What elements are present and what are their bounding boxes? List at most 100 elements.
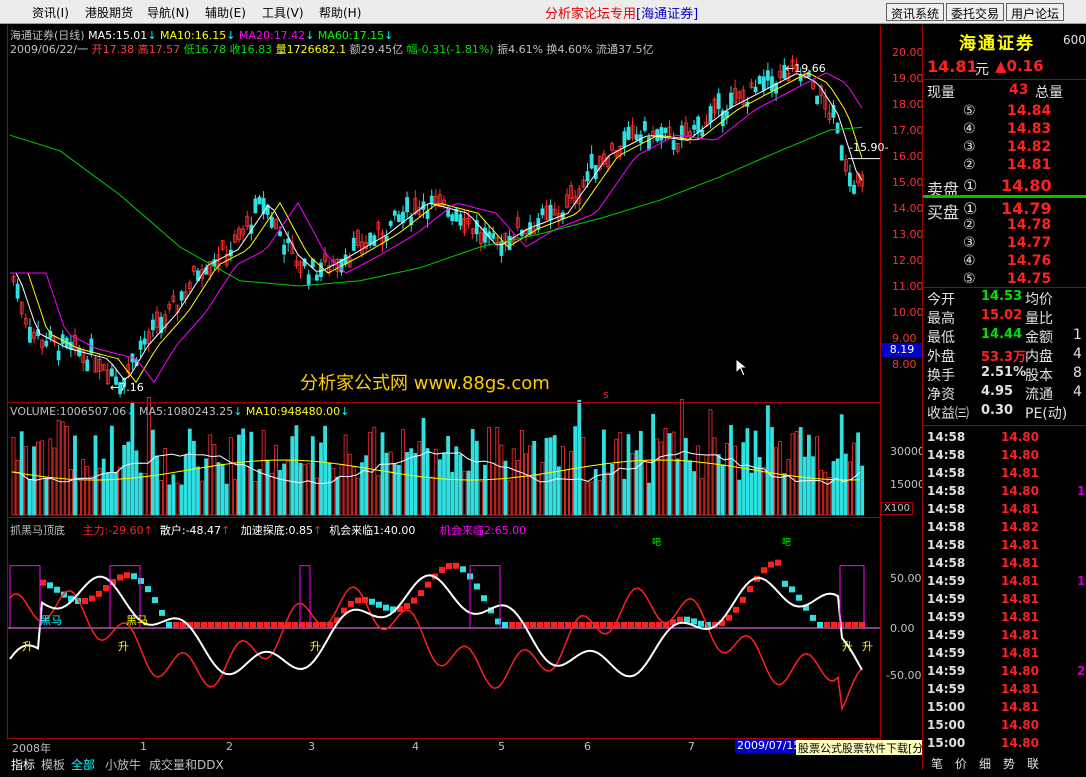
bid-row: ② 14.78 (923, 217, 1086, 235)
quote-low: 低16.78 (183, 43, 227, 56)
tab-all[interactable]: 全部 (71, 756, 95, 773)
label-drop-2: 吧 (782, 538, 792, 548)
stat-row: 外盘 53.3万 内盘 4 (923, 346, 1086, 365)
menu-item-nav[interactable]: 导航(N) (147, 4, 189, 21)
tick-row: 14:58 14.80 1 (923, 483, 1086, 501)
info-system-button[interactable]: 资讯系统 (886, 3, 945, 21)
main-force-block (404, 603, 410, 610)
panel-tab[interactable]: 笔 (931, 755, 943, 772)
panel-divider-2 (923, 287, 1086, 288)
candle-body (179, 291, 184, 301)
volume-bar (290, 436, 295, 516)
trade-button[interactable]: 委托交易 (946, 3, 1005, 21)
brand-text: 分析家论坛专用 (545, 7, 637, 22)
tick-price: 14.81 (1001, 556, 1039, 570)
volume-bar (339, 463, 344, 516)
tab-indicator[interactable]: 指标 (11, 756, 35, 773)
candle-body (44, 340, 49, 347)
volume-bar (725, 443, 729, 516)
stat-row: 换手 2.51% 股本 8 (923, 365, 1086, 384)
tab-template[interactable]: 模板 (41, 756, 65, 773)
candle-body (659, 127, 664, 141)
main-force-block (761, 567, 767, 574)
volume-bar (273, 444, 278, 516)
tick-row: 14:59 14.81 1 (923, 573, 1086, 591)
volume-bar (64, 425, 69, 516)
stat-value: 14.44 (981, 327, 1023, 342)
main-force-block (516, 622, 522, 628)
main-force-block (698, 620, 704, 627)
bid-price: 14.75 (1007, 271, 1052, 287)
candle-body (663, 127, 668, 134)
volume-bar (23, 446, 28, 516)
volume-bar (134, 450, 139, 516)
menu-item-hk-futures[interactable]: 港股期货 (85, 4, 133, 21)
chart-canvas[interactable] (0, 25, 922, 777)
volume-bar (306, 463, 311, 516)
candle-body (15, 283, 20, 299)
bottom-tabs: 指标 模板 全部 小放牛 成交量和DDX (7, 754, 797, 772)
candle-body (634, 134, 639, 141)
volume-bar (548, 437, 553, 516)
quote-turnover: 换4.60% (546, 43, 593, 56)
forum-button[interactable]: 用户论坛 (1006, 3, 1065, 21)
volume-bar (778, 441, 783, 516)
candle-body (138, 340, 143, 350)
price-tick: 20.00 (892, 46, 924, 59)
menu-item-info[interactable]: 资讯(I) (32, 4, 69, 21)
volume-bar (581, 436, 586, 516)
main-force-block (124, 572, 130, 579)
mouse-cursor-icon (735, 358, 749, 377)
panel-tab[interactable]: 细 (979, 755, 991, 772)
main-force-block (201, 622, 207, 628)
volume-bar (323, 425, 328, 516)
main-force-block (852, 622, 858, 628)
now-volume-label: 现量 (927, 85, 955, 101)
menu-item-aux[interactable]: 辅助(E) (205, 4, 246, 21)
main-force-block (369, 598, 375, 605)
candle-body (314, 274, 319, 281)
menu-item-tools[interactable]: 工具(V) (262, 4, 304, 21)
menu-item-help[interactable]: 帮助(H) (319, 4, 361, 21)
ask-row: ④ 14.83 (923, 121, 1086, 139)
panel-tab[interactable]: 势 (1003, 755, 1015, 772)
main-force-block (446, 563, 452, 570)
stat-label: 收益㈢ (927, 406, 969, 422)
quote-amplitude: 振4.61% (497, 43, 544, 56)
tick-price: 14.81 (1001, 466, 1039, 480)
main-force-block (817, 622, 823, 628)
tick-time: 14:59 (927, 646, 966, 660)
stat-value: 2.51% (981, 365, 1027, 380)
volume-bar (241, 428, 246, 516)
app-brand: 分析家论坛专用[海通证券] (545, 3, 698, 22)
volume-bar (27, 479, 32, 516)
volume-bar (298, 462, 303, 516)
price-tick: 12.00 (892, 254, 924, 267)
volume-bar (442, 453, 446, 516)
volume-bar (142, 473, 147, 516)
volume-bar (815, 436, 819, 516)
tab-vol-ddx[interactable]: 成交量和DDX (149, 756, 224, 773)
stat-label: 最高 (927, 311, 955, 327)
candle-body (700, 129, 705, 137)
ask-row: ③ 14.82 (923, 139, 1086, 157)
tab-xiaofangniu[interactable]: 小放牛 (105, 756, 141, 773)
main-force-block (691, 618, 697, 625)
volume-bar (249, 431, 254, 516)
price-tick: 18.00 (892, 98, 924, 111)
volume-bar (355, 477, 360, 516)
volume-bar (741, 442, 746, 516)
candle-body (351, 237, 356, 251)
panel-tab[interactable]: 价 (955, 755, 967, 772)
volume-bar (794, 430, 799, 516)
candle-body (729, 92, 733, 108)
tick-price: 14.81 (1001, 628, 1039, 642)
main-force-block (460, 566, 466, 573)
tick-time: 14:58 (927, 502, 966, 516)
timeline-label: 6 (584, 740, 591, 753)
tick-price: 14.80 (1001, 736, 1039, 750)
volume-bar (807, 434, 811, 516)
volume-bar (405, 452, 410, 516)
volume-bar (483, 464, 487, 516)
panel-tab[interactable]: 联 (1027, 755, 1039, 772)
